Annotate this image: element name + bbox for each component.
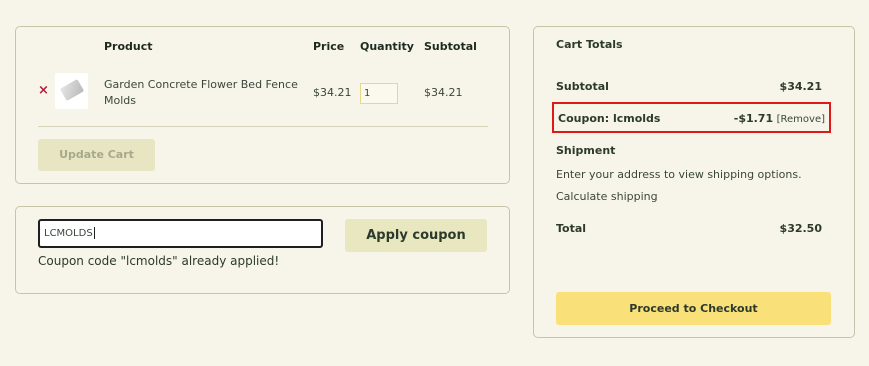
cart-table-panel: Product Price Quantity Subtotal × Garden…	[15, 26, 510, 184]
coupon-code-value: LCMOLDS	[44, 228, 93, 239]
shipment-note: Enter your address to view shipping opti…	[556, 168, 802, 181]
product-name-link[interactable]: Garden Concrete Flower Bed Fence Molds	[104, 77, 304, 109]
product-subtotal: $34.21	[424, 86, 463, 99]
update-cart-button[interactable]: Update Cart	[38, 139, 155, 171]
remove-coupon-link[interactable]: [Remove]	[777, 114, 825, 125]
proceed-to-checkout-button[interactable]: Proceed to Checkout	[556, 292, 831, 325]
divider	[38, 126, 488, 127]
coupon-discount: -$1.71	[733, 112, 774, 125]
coupon-amount-group: -$1.71 [Remove]	[734, 112, 825, 125]
coupon-label: Coupon: lcmolds	[558, 112, 661, 125]
subtotal-value: $34.21	[779, 80, 822, 93]
product-price: $34.21	[313, 86, 352, 99]
text-caret	[93, 227, 95, 239]
product-image	[59, 78, 85, 102]
total-value: $32.50	[779, 222, 822, 235]
cart-totals-title: Cart Totals	[556, 38, 623, 51]
coupon-status-message: Coupon code "lcmolds" already applied!	[38, 254, 280, 268]
remove-item-icon[interactable]: ×	[38, 84, 49, 98]
coupon-code-input[interactable]: LCMOLDS	[38, 219, 323, 248]
calculate-shipping-link[interactable]: Calculate shipping	[556, 190, 658, 203]
product-thumbnail[interactable]	[55, 73, 88, 109]
quantity-input[interactable]: 1	[360, 83, 398, 104]
total-label: Total	[556, 222, 587, 235]
cart-totals-panel: Cart Totals Subtotal $34.21 Coupon: lcmo…	[533, 26, 855, 338]
header-price: Price	[313, 40, 345, 53]
header-product: Product	[104, 40, 153, 53]
subtotal-label: Subtotal	[556, 80, 609, 93]
apply-coupon-button[interactable]: Apply coupon	[345, 219, 487, 252]
header-subtotal: Subtotal	[424, 40, 477, 53]
coupon-row-highlight: Coupon: lcmolds -$1.71 [Remove]	[552, 102, 831, 133]
shipment-label: Shipment	[556, 144, 616, 157]
header-quantity: Quantity	[360, 40, 414, 53]
coupon-panel: LCMOLDS Apply coupon Coupon code "lcmold…	[15, 206, 510, 294]
